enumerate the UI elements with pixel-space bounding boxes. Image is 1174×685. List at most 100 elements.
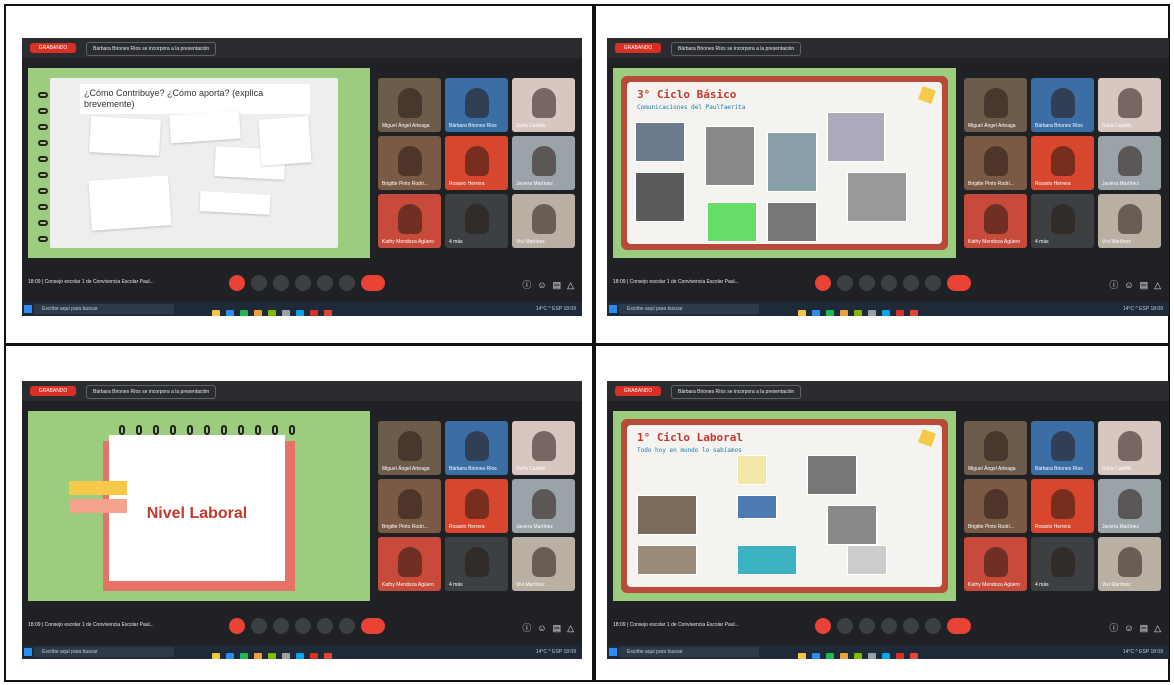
taskbar-app-icon[interactable]	[826, 310, 834, 316]
camera-button[interactable]	[837, 275, 853, 291]
participant-tile[interactable]: Bárbara Briones Ríos	[1031, 421, 1094, 475]
taskbar-app-icon[interactable]	[310, 310, 318, 316]
end-call-button[interactable]	[947, 275, 971, 291]
participant-tile[interactable]: Sofía Castillo	[512, 78, 575, 132]
captions-button[interactable]	[273, 618, 289, 634]
info-icon[interactable]: ⓘ	[522, 280, 531, 290]
taskbar-app-icon[interactable]	[854, 653, 862, 659]
chat-icon[interactable]: ▤	[1140, 623, 1149, 633]
taskbar-app-icon[interactable]	[826, 653, 834, 659]
present-button[interactable]	[903, 275, 919, 291]
taskbar-search[interactable]: Escribe aquí para buscar	[34, 304, 174, 314]
participant-tile[interactable]: 4 más	[1031, 537, 1094, 591]
captions-button[interactable]	[859, 618, 875, 634]
participant-tile[interactable]: Vivi Martínez	[1098, 537, 1161, 591]
taskbar-app-icon[interactable]	[882, 310, 890, 316]
info-icon[interactable]: ⓘ	[1109, 623, 1118, 633]
participant-tile[interactable]: Vivi Martínez	[512, 537, 575, 591]
end-call-button[interactable]	[361, 618, 385, 634]
people-icon[interactable]: ☺	[537, 623, 546, 633]
taskbar-app-icon[interactable]	[296, 653, 304, 659]
participant-tile[interactable]: Javiera Martínez	[1098, 479, 1161, 533]
participant-tile[interactable]: Rosario Herrera	[445, 479, 508, 533]
taskbar-app-icon[interactable]	[840, 653, 848, 659]
participant-tile[interactable]: Kathy Mendoza Agüero	[964, 194, 1027, 248]
participant-tile[interactable]: 4 más	[445, 194, 508, 248]
activities-icon[interactable]: △	[567, 280, 574, 290]
participant-tile[interactable]: Rosario Herrera	[1031, 479, 1094, 533]
raise-hand-button[interactable]	[295, 618, 311, 634]
more-options-button[interactable]	[339, 618, 355, 634]
participant-tile[interactable]: Kathy Mendoza Agüero	[378, 537, 441, 591]
camera-button[interactable]	[251, 618, 267, 634]
taskbar-app-icon[interactable]	[798, 653, 806, 659]
taskbar-app-icon[interactable]	[282, 653, 290, 659]
taskbar-app-icon[interactable]	[840, 310, 848, 316]
mic-off-button[interactable]	[229, 275, 245, 291]
participant-tile[interactable]: Vivi Martínez	[512, 194, 575, 248]
windows-start-icon[interactable]	[609, 648, 617, 656]
taskbar-app-icon[interactable]	[910, 310, 918, 316]
present-button[interactable]	[317, 275, 333, 291]
more-options-button[interactable]	[925, 275, 941, 291]
raise-hand-button[interactable]	[295, 275, 311, 291]
activities-icon[interactable]: △	[567, 623, 574, 633]
participant-tile[interactable]: Bárbara Briones Ríos	[445, 78, 508, 132]
participant-tile[interactable]: Sofía Castillo	[1098, 421, 1161, 475]
chat-icon[interactable]: ▤	[553, 623, 562, 633]
more-options-button[interactable]	[339, 275, 355, 291]
participant-tile[interactable]: Kathy Mendoza Agüero	[964, 537, 1027, 591]
taskbar-app-icon[interactable]	[226, 653, 234, 659]
raise-hand-button[interactable]	[881, 618, 897, 634]
taskbar-app-icon[interactable]	[254, 310, 262, 316]
participant-tile[interactable]: 4 más	[1031, 194, 1094, 248]
participant-tile[interactable]: Miguel Ángel Arteaga	[378, 78, 441, 132]
participant-tile[interactable]: Javiera Martínez	[512, 479, 575, 533]
participant-tile[interactable]: Brigitte Pinto Rodri...	[964, 136, 1027, 190]
taskbar-app-icon[interactable]	[798, 310, 806, 316]
taskbar-app-icon[interactable]	[310, 653, 318, 659]
participant-tile[interactable]: Brigitte Pinto Rodri...	[378, 136, 441, 190]
taskbar-app-icon[interactable]	[896, 310, 904, 316]
participant-tile[interactable]: 4 más	[445, 537, 508, 591]
activities-icon[interactable]: △	[1154, 623, 1161, 633]
taskbar-app-icon[interactable]	[868, 310, 876, 316]
taskbar-search[interactable]: Escribe aquí para buscar	[619, 647, 759, 657]
taskbar-app-icon[interactable]	[268, 653, 276, 659]
present-button[interactable]	[903, 618, 919, 634]
captions-button[interactable]	[273, 275, 289, 291]
people-icon[interactable]: ☺	[537, 280, 546, 290]
participant-tile[interactable]: Miguel Ángel Arteaga	[964, 421, 1027, 475]
people-icon[interactable]: ☺	[1124, 280, 1133, 290]
taskbar-app-icon[interactable]	[910, 653, 918, 659]
participant-tile[interactable]: Rosario Herrera	[1031, 136, 1094, 190]
participant-tile[interactable]: Kathy Mendoza Agüero	[378, 194, 441, 248]
taskbar-app-icon[interactable]	[812, 310, 820, 316]
participant-tile[interactable]: Bárbara Briones Ríos	[445, 421, 508, 475]
taskbar-app-icon[interactable]	[854, 310, 862, 316]
participant-tile[interactable]: Brigitte Pinto Rodri...	[964, 479, 1027, 533]
taskbar-app-icon[interactable]	[212, 653, 220, 659]
windows-start-icon[interactable]	[24, 648, 32, 656]
taskbar-app-icon[interactable]	[268, 310, 276, 316]
captions-button[interactable]	[859, 275, 875, 291]
taskbar-app-icon[interactable]	[868, 653, 876, 659]
participant-tile[interactable]: Vivi Martínez	[1098, 194, 1161, 248]
camera-button[interactable]	[837, 618, 853, 634]
taskbar-app-icon[interactable]	[226, 310, 234, 316]
info-icon[interactable]: ⓘ	[522, 623, 531, 633]
participant-tile[interactable]: Javiera Martínez	[1098, 136, 1161, 190]
participant-tile[interactable]: Rosario Herrera	[445, 136, 508, 190]
taskbar-app-icon[interactable]	[282, 310, 290, 316]
windows-start-icon[interactable]	[24, 305, 32, 313]
chat-icon[interactable]: ▤	[1140, 280, 1149, 290]
taskbar-app-icon[interactable]	[296, 310, 304, 316]
mic-off-button[interactable]	[229, 618, 245, 634]
taskbar-search[interactable]: Escribe aquí para buscar	[34, 647, 174, 657]
more-options-button[interactable]	[925, 618, 941, 634]
chat-icon[interactable]: ▤	[553, 280, 562, 290]
taskbar-app-icon[interactable]	[240, 653, 248, 659]
info-icon[interactable]: ⓘ	[1109, 280, 1118, 290]
participant-tile[interactable]: Bárbara Briones Ríos	[1031, 78, 1094, 132]
taskbar-search[interactable]: Escribe aquí para buscar	[619, 304, 759, 314]
